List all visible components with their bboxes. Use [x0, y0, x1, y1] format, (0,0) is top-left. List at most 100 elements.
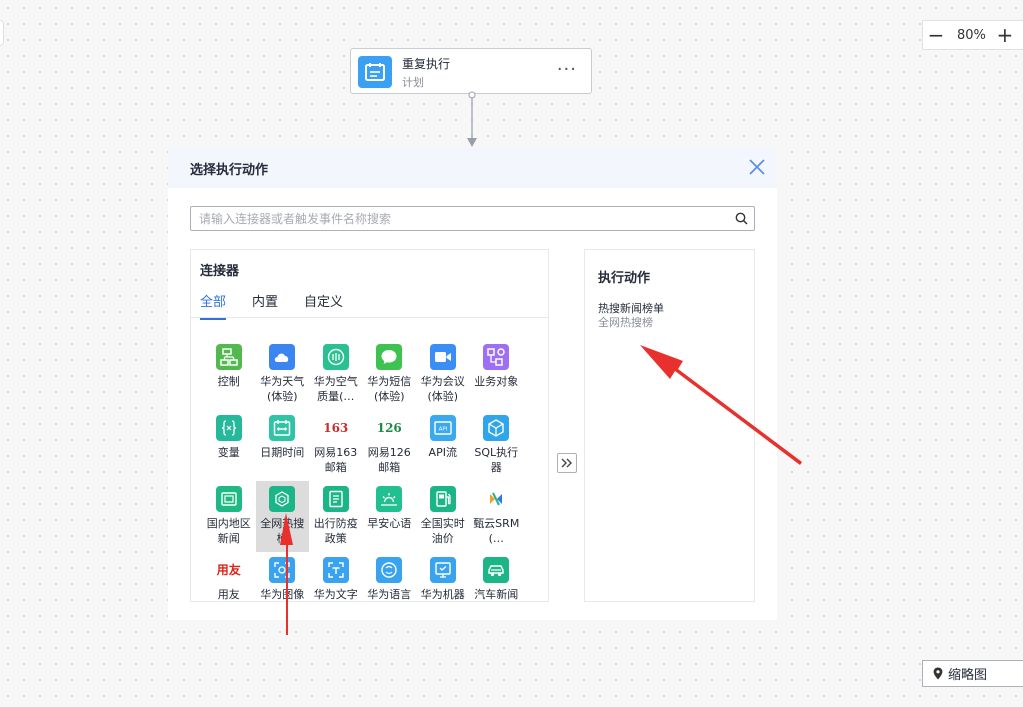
connector-label: 汽车新闻 [474, 588, 519, 601]
connector-label: 早安心语 [367, 517, 412, 530]
connector-label: 全国实时油价 [420, 517, 465, 545]
connector-label: SQL执行器 [474, 446, 519, 474]
connector-item[interactable]: 华为天气(体验) [256, 339, 310, 410]
netease-126-logo: 126 [376, 420, 402, 435]
connector-item[interactable]: 华为短信(体验) [363, 339, 417, 410]
svg-text:API: API [438, 427, 447, 433]
connector-label: 出行防疫政策 [313, 517, 358, 545]
air-icon [322, 344, 349, 370]
video-icon [429, 344, 456, 370]
trigger-node-subtitle: 计划 [402, 76, 424, 89]
minimap-button[interactable]: 缩略图 [922, 660, 1023, 687]
connector-label: 华为会议(体验) [420, 375, 465, 403]
connector-item[interactable]: 用友 用友 [202, 552, 256, 602]
sunrise-icon [376, 486, 403, 512]
connector-grid: 控制 华为天气(体验) 华为空气质量(… 华为短信(体验) 华为会议(体验) 业务对象变量… [202, 339, 524, 602]
car-icon [483, 557, 510, 583]
connector-item[interactable]: 日期时间 [256, 410, 310, 481]
tab-custom[interactable]: 自定义 [304, 291, 343, 320]
close-icon[interactable] [747, 157, 767, 177]
connector-label: 变量 [217, 446, 240, 459]
connector-item[interactable]: 126 网易126邮箱 [363, 410, 417, 481]
zoom-control: − 80% + [922, 20, 1023, 50]
connector-label: 国内地区新闻 [206, 517, 251, 545]
connector-item[interactable]: 华为空气质量(… [309, 339, 363, 410]
connector-item[interactable]: 业务对象 [470, 339, 524, 410]
zoom-level: 80% [957, 27, 986, 43]
double-chevron-right-icon [561, 458, 572, 468]
connector-item[interactable]: 变量 [202, 410, 256, 481]
location-pin-icon [933, 667, 943, 680]
action-subtitle: 全网热搜榜 [598, 316, 653, 329]
connector-tabs: 全部 内置 自定义 [200, 291, 369, 320]
connector-item[interactable]: 163 网易163邮箱 [309, 410, 363, 481]
yonyou-logo: 用友 [216, 562, 241, 577]
action-name: 热搜新闻榜单 [598, 302, 664, 315]
connector-item[interactable]: 控制 [202, 339, 256, 410]
connector-label: API流 [428, 446, 457, 459]
search-box [190, 206, 755, 231]
connector-item[interactable]: 早安心语 [363, 481, 417, 552]
connector-item[interactable]: 华为文字 [309, 552, 363, 601]
connector-label: 网易126邮箱 [367, 446, 411, 474]
hexagon-icon [269, 486, 296, 512]
cloud-icon [269, 344, 296, 370]
left-edge-tab[interactable] [0, 20, 4, 46]
connector-label: 华为机器 [420, 588, 465, 601]
zoom-out-button[interactable]: − [923, 22, 949, 48]
connector-item[interactable]: API API流 [416, 410, 470, 481]
connector-item[interactable]: 华为机器 [416, 552, 470, 601]
connector-item[interactable]: 国内地区新闻 [202, 481, 256, 552]
search-icon[interactable] [735, 212, 748, 225]
trigger-node[interactable]: 重复执行 计划 ··· [350, 48, 592, 94]
machine-icon [429, 557, 456, 583]
fuel-icon [429, 486, 456, 512]
tab-divider [191, 317, 548, 318]
news-icon [215, 486, 242, 512]
connector-item[interactable]: 汽车新闻 [470, 552, 524, 601]
connector-label: 控制 [217, 375, 240, 388]
connector-label: 华为图像 [260, 588, 305, 601]
connector-item[interactable]: 全网热搜榜 [255, 481, 309, 552]
object-icon [483, 344, 510, 370]
connector-item[interactable]: 华为图像 [256, 552, 310, 601]
zoom-in-button[interactable]: + [992, 22, 1018, 48]
search-input[interactable] [191, 207, 727, 230]
policy-icon [322, 486, 349, 512]
transfer-button[interactable] [557, 453, 577, 473]
connector-label: 华为短信(体验) [367, 375, 412, 403]
connector-label: 网易163邮箱 [314, 446, 358, 474]
dialog-title: 选择执行动作 [190, 163, 269, 178]
connector-item[interactable]: 华为会议(体验) [416, 339, 470, 410]
connector-label: 华为天气(体验) [260, 375, 305, 403]
connector-label: 日期时间 [260, 446, 305, 459]
connectors-title: 连接器 [200, 264, 240, 279]
language-icon [376, 557, 403, 583]
srm-logo [483, 486, 509, 512]
connector-label: 华为空气质量(… [313, 375, 358, 403]
netease-163-logo: 163 [323, 420, 349, 435]
actions-title: 执行动作 [598, 271, 651, 286]
connector-item[interactable]: 甄云SRM(… [470, 481, 524, 552]
tab-builtin[interactable]: 内置 [252, 291, 278, 320]
api-icon: API [429, 415, 456, 441]
connector-label: 甄云SRM(… [473, 517, 520, 545]
connector-item[interactable]: 全国实时油价 [416, 481, 470, 552]
chat-icon [376, 344, 403, 370]
action-item[interactable]: 热搜新闻榜单 全网热搜榜 [598, 301, 664, 330]
connector-label: 全网热搜榜 [260, 517, 305, 545]
connector-item[interactable]: 华为语言 [363, 552, 417, 601]
connector-label: 业务对象 [474, 375, 519, 388]
tab-all[interactable]: 全部 [200, 291, 227, 320]
trigger-node-title: 重复执行 [402, 57, 451, 71]
connector-item[interactable]: 出行防疫政策 [309, 481, 363, 552]
cube-icon [483, 415, 510, 441]
more-options-button[interactable]: ··· [557, 59, 577, 80]
connector-item[interactable]: SQL执行器 [470, 410, 524, 481]
calendar-icon [269, 415, 296, 441]
connectors-panel: 连接器 全部 内置 自定义 控制 华为天气(体验) 华为空气质量(… 华为短信(体验)… [190, 249, 549, 602]
dialog-header: 选择执行动作 [168, 148, 777, 188]
flow-icon [215, 344, 242, 370]
minimap-label: 缩略图 [948, 668, 988, 683]
image-icon [269, 557, 296, 583]
